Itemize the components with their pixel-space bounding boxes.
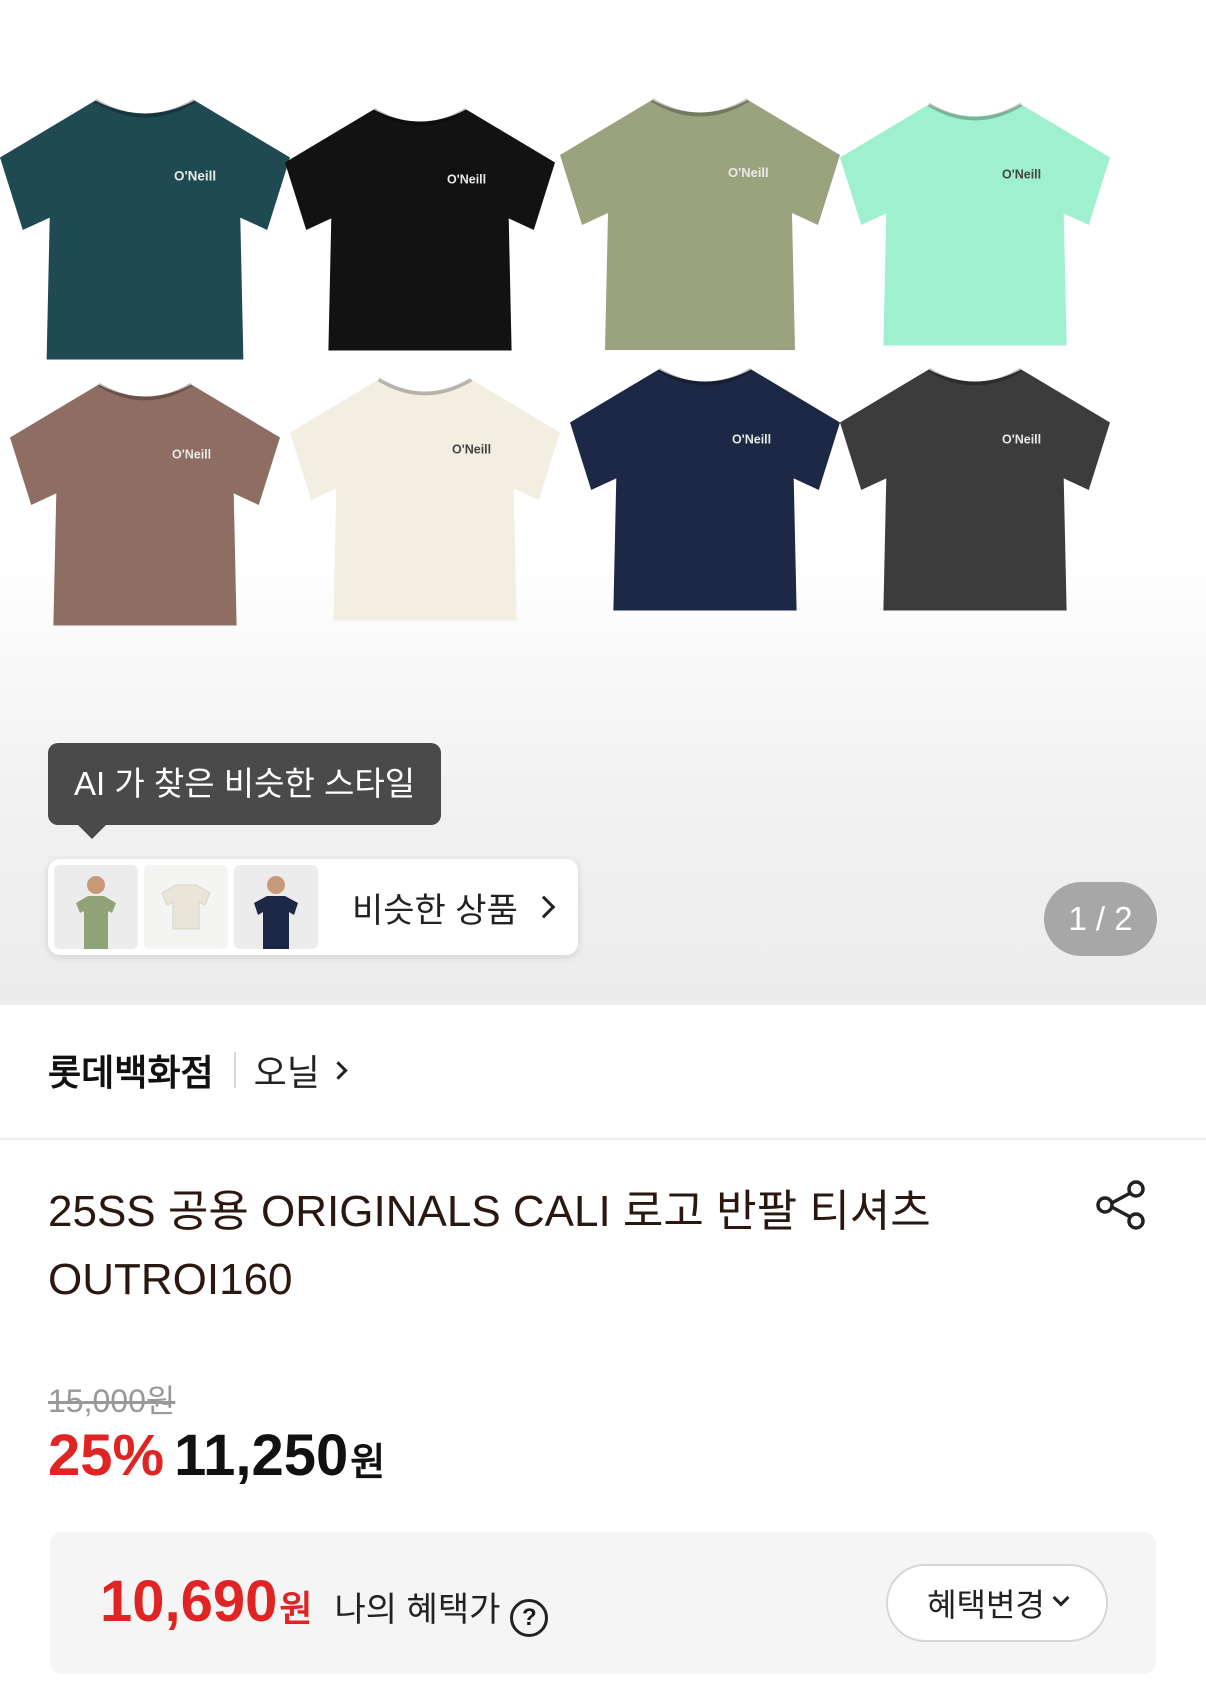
benefit-label: 나의 혜택가 [334,1591,501,1629]
share-icon[interactable] [1092,1176,1150,1234]
brand-logo: O'Neill [447,173,486,187]
product-title: 25SS 공용 ORIGINALS CALI 로고 반팔 티셔츠 OUTROI1… [48,1187,931,1304]
sale-price: 11,250 [174,1423,349,1488]
similar-products-card[interactable]: 비슷한 상품 [48,859,578,955]
breadcrumb-divider [233,1052,236,1088]
my-benefit-price-box: 10,690 원 나의 혜택가 ? 혜택변경 [50,1532,1156,1674]
product-image: O'Neill O'Neill O'Neill O'Neill O'Neill O'Nei… [0,98,1110,626]
original-price: 15,000원 [48,1383,176,1419]
store-name[interactable]: 롯데백화점 [48,1044,214,1096]
discount-rate: 25% [48,1423,165,1488]
chevron-down-icon [1052,1589,1070,1607]
chevron-right-icon [532,895,556,919]
product-image-gallery[interactable]: O'Neill O'Neill O'Neill O'Neill O'Neill O'Nei… [0,0,1206,1005]
similar-thumb-2[interactable] [144,865,228,949]
model-thumbnail-icon [254,876,298,949]
tshirt-image: O'Neill [0,98,291,360]
tshirt-image: O'Neill [560,98,840,350]
similar-thumb-3[interactable] [234,865,318,949]
brand-logo: O'Neill [1002,433,1041,447]
similar-products-label: 비슷한 상품 [352,891,518,930]
tshirt-image: O'Neill [9,382,280,626]
model-thumbnail-icon [76,876,116,949]
chevron-right-icon [329,1060,348,1080]
ai-style-tooltip: AI 가 찾은 비슷한 스타일 [48,743,442,839]
brand-logo: O'Neill [732,433,771,447]
tshirt-image: O'Neill [570,367,840,611]
tshirt-image: O'Neill [285,107,555,351]
benefit-amount: 10,690 [100,1569,278,1634]
brand-logo: O'Neill [452,443,491,457]
help-icon[interactable]: ? [510,1599,549,1637]
brand-logo: O'Neill [728,165,769,180]
brand-logo: O'Neill [174,168,216,183]
image-pager-indicator: 1 / 2 [1044,882,1157,956]
brand-logo: O'Neill [1002,168,1041,182]
sale-price-row: 25% 11,250 원 [48,1422,385,1494]
seller-breadcrumb: 롯데백화점 오닐 [48,1040,348,1100]
tshirt-image: O'Neill [840,102,1110,346]
similar-thumb-1[interactable] [54,865,138,949]
currency-unit: 원 [350,1442,386,1484]
tshirt-image: O'Neill [840,367,1110,611]
tshirt-image: O'Neill [290,377,560,621]
shirt-thumbnail-icon [161,884,211,930]
benefit-price: 10,690 원 나의 혜택가 ? [100,1568,549,1637]
change-benefit-label: 혜택변경 [927,1587,1045,1623]
change-benefit-button[interactable]: 혜택변경 [886,1564,1108,1642]
benefit-currency: 원 [279,1588,313,1629]
brand-logo: O'Neill [172,448,211,462]
section-divider [0,1138,1206,1140]
brand-link[interactable]: 오닐 [254,1044,320,1096]
